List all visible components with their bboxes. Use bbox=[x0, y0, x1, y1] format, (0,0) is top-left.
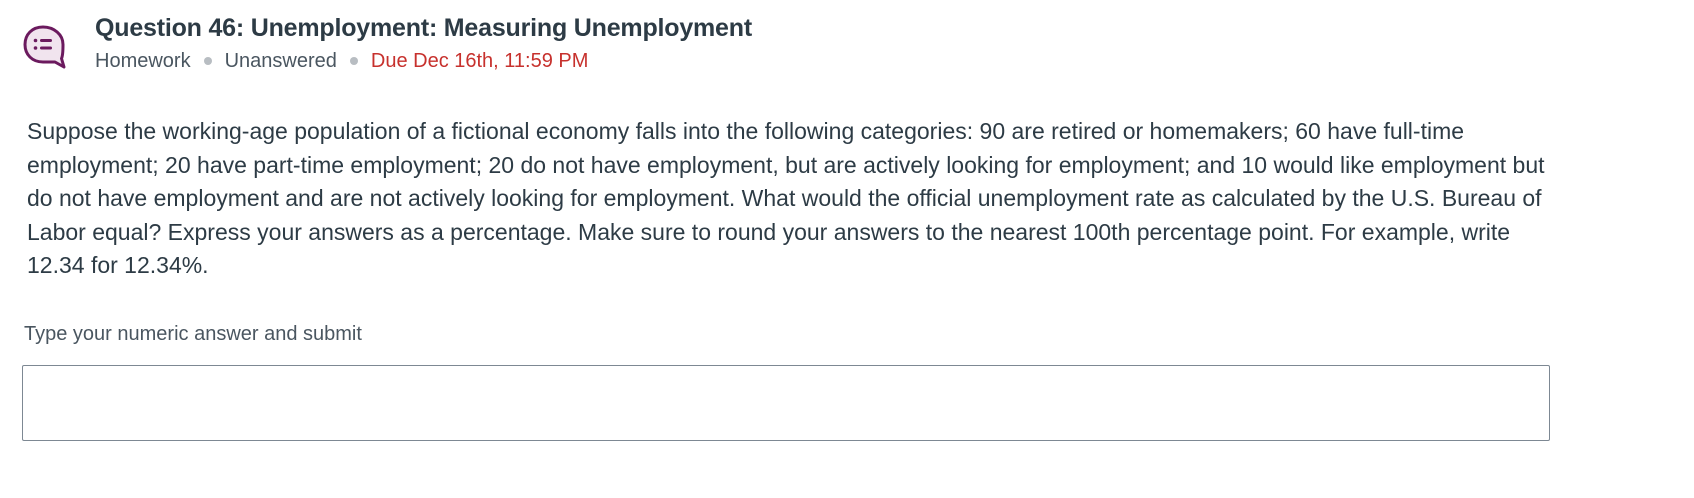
answer-label: Type your numeric answer and submit bbox=[24, 323, 362, 345]
question-prompt: Suppose the working-age population of a … bbox=[27, 118, 1545, 279]
numeric-answer-input[interactable] bbox=[22, 365, 1550, 441]
question-meta: Homework Unanswered Due Dec 16th, 11:59 … bbox=[95, 47, 752, 75]
answer-status: Unanswered bbox=[224, 50, 337, 72]
meta-separator-dot bbox=[203, 57, 212, 65]
question-list-chat-icon bbox=[22, 24, 68, 70]
assignment-type: Homework bbox=[95, 50, 191, 72]
due-date: Due Dec 16th, 11:59 PM bbox=[370, 50, 589, 72]
question-header: Question 46: Unemployment: Measuring Une… bbox=[22, 12, 752, 75]
meta-separator-dot bbox=[349, 57, 358, 65]
question-title: Question 46: Unemployment: Measuring Une… bbox=[95, 14, 752, 42]
